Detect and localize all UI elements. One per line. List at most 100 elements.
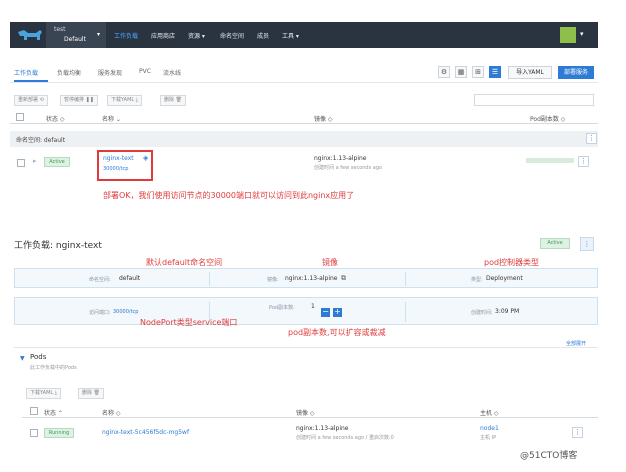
avatar[interactable] [560,27,576,43]
header-status[interactable]: 状态 ◇ [46,114,65,123]
pause-button[interactable]: 暂停编排 ❚❚ [60,95,98,106]
tab-service-discovery[interactable]: 服务发现 [98,68,122,77]
header-image[interactable]: 镜像 ◇ [314,114,333,123]
pods-subtitle: 此工作负载中的Pods [30,365,77,371]
pod-more-actions-icon[interactable]: ⋮ [572,427,583,438]
delete-button[interactable]: 删除 🗑 [160,95,186,106]
created-field-label: 创建时间: [471,310,493,316]
select-all-checkbox[interactable] [16,113,24,121]
workload-table-header: 状态 ◇ 名称 ⌄ 镜像 ◇ Pod副本数 ◇ [10,110,598,124]
env-cluster-name: test [54,26,66,33]
pod-name-link[interactable]: nginx-text-5c456f5dc-mg5wf [102,429,189,436]
nav-members[interactable]: 成员 [257,31,269,40]
redeploy-button[interactable]: 重新部署 ⟲ [14,95,48,106]
pods-header-status[interactable]: 状态 ⌃ [44,408,63,417]
env-project-name: Default [64,36,86,43]
divider [405,272,406,286]
divider [405,302,406,322]
scale-up-button[interactable]: + [333,308,342,317]
row-created: 创建时间 a few seconds ago [314,165,383,171]
scale-field-value: 1 [311,303,315,310]
pod-host-ip: 主机 IP [480,435,497,441]
pod-host-link[interactable]: node1 [480,425,499,432]
pod-created: 创建时间 a few seconds ago / 重启次数:0 [296,435,394,441]
pods-title: Pods [30,353,47,361]
download-yaml-button[interactable]: 下载YAML ⤓ [107,95,142,106]
created-field-value: 3:09 PM [495,308,520,315]
watermark: @51CTO博客 [520,451,578,461]
nav-workloads[interactable]: 工作负载 [114,31,138,40]
pods-header-image[interactable]: 镜像 ◇ [296,408,315,417]
row-more-actions-icon[interactable]: ⋮ [578,156,589,167]
tab-pipeline[interactable]: 流水线 [163,68,181,77]
nav-resources[interactable]: 资源 ▾ [188,31,205,40]
group-view-icon[interactable]: ⊞ [472,66,484,78]
header-name[interactable]: 名称 ⌄ [102,114,121,123]
collapse-caret-icon[interactable]: ▼ [20,355,25,362]
search-input[interactable] [474,94,594,106]
pods-select-all-checkbox[interactable] [30,407,38,415]
annotation-controller-type: pod控制器类型 [484,258,540,267]
image-field-label: 镜像: [267,277,279,283]
deploy-button[interactable]: 部署服务 [558,66,594,79]
divider [209,272,210,286]
pod-progress-bar [526,158,574,163]
annotation-pod-scaling: pod副本数,可以扩容或裁减 [288,328,386,337]
copy-icon[interactable]: ⧉ [341,274,346,283]
page-title: 工作负载: nginx-text [14,241,102,251]
pods-download-yaml-button[interactable]: 下载YAML ⤓ [26,388,61,399]
pod-image: nginx:1.13-alpine [296,425,349,432]
scale-field-label: Pod副本数: [269,305,295,311]
import-yaml-button[interactable]: 导入YAML [508,66,552,79]
expand-all-link[interactable]: 全部展开 [566,340,586,347]
row-image: nginx:1.13-alpine [314,155,367,162]
status-badge: Active [44,157,70,167]
namespace-field-value: default [119,275,141,282]
type-field-label: 类型: [471,277,483,283]
annotation-nodeport-access: 部署OK，我们使用访问节点的30000端口就可以访问到此nginx应用了 [103,191,355,200]
top-navbar: test Default ▾ 工作负载 应用商店 资源 ▾ 命名空间 成员 工具… [10,22,598,48]
annotation-default-namespace: 默认default命名空间 [146,258,223,267]
row-checkbox[interactable] [17,159,25,167]
info-row-2: 访问端口: 30000/tcp Pod副本数: 1 − + 创建时间: 3:09… [14,297,598,325]
chevron-down-icon: ▾ [97,31,101,38]
detail-more-actions-icon[interactable]: ⋮ [580,237,594,251]
tabs-divider [10,82,598,83]
annotation-image: 镜像 [322,258,338,267]
pod-row-checkbox[interactable] [30,429,38,437]
detail-status-badge: Active [540,238,570,249]
port-link[interactable]: 30000/tcp [103,166,128,172]
annotation-nodeport-service: NodePort类型service端口 [140,318,238,327]
tab-workloads[interactable]: 工作负载 [14,68,38,77]
nav-tools[interactable]: 工具 ▾ [282,31,299,40]
list-view-icon[interactable]: ☰ [489,66,501,78]
header-pod-count[interactable]: Pod副本数 ◇ [530,114,565,123]
port-field-value[interactable]: 30000/tcp [113,309,138,315]
chevron-down-icon[interactable]: ▾ [580,30,584,38]
pod-status-badge: Running [44,428,74,438]
environment-selector[interactable]: test Default ▾ [46,22,106,48]
expand-row-icon[interactable]: ▸ [33,157,37,165]
type-field-value: Deployment [486,275,523,282]
port-field-label: 访问端口: [89,310,111,316]
workload-name-link[interactable]: nginx-text [103,155,134,162]
nav-app-store[interactable]: 应用商店 [151,31,175,40]
pods-header-host[interactable]: 主机 ◇ [480,408,499,417]
namespace-group-row: 命名空间: default ⋮ [10,131,598,147]
tab-pvc[interactable]: PVC [139,68,151,75]
nav-namespaces[interactable]: 命名空间 [220,31,244,40]
gear-icon[interactable]: ⚙ [438,66,450,78]
pods-table-header: 状态 ⌃ 名称 ◇ 镜像 ◇ 主机 ◇ [22,404,598,418]
tab-load-balancing[interactable]: 负载均衡 [57,68,81,77]
info-icon: ◈ [143,154,149,162]
pods-delete-button[interactable]: 删除 🗑 [78,388,104,399]
scale-down-button[interactable]: − [321,308,330,317]
namespace-label: 命名空间: default [16,137,66,144]
grid-view-icon[interactable]: ▦ [455,66,467,78]
rancher-logo-icon[interactable] [16,28,44,42]
more-actions-icon[interactable]: ⋮ [586,133,597,144]
image-field-value: nginx:1.13-alpine [285,275,338,282]
info-row-1: 命名空间: default 镜像: nginx:1.13-alpine ⧉ 类型… [14,268,598,288]
pods-header-name[interactable]: 名称 ◇ [102,408,121,417]
namespace-field-label: 命名空间: [89,277,111,283]
